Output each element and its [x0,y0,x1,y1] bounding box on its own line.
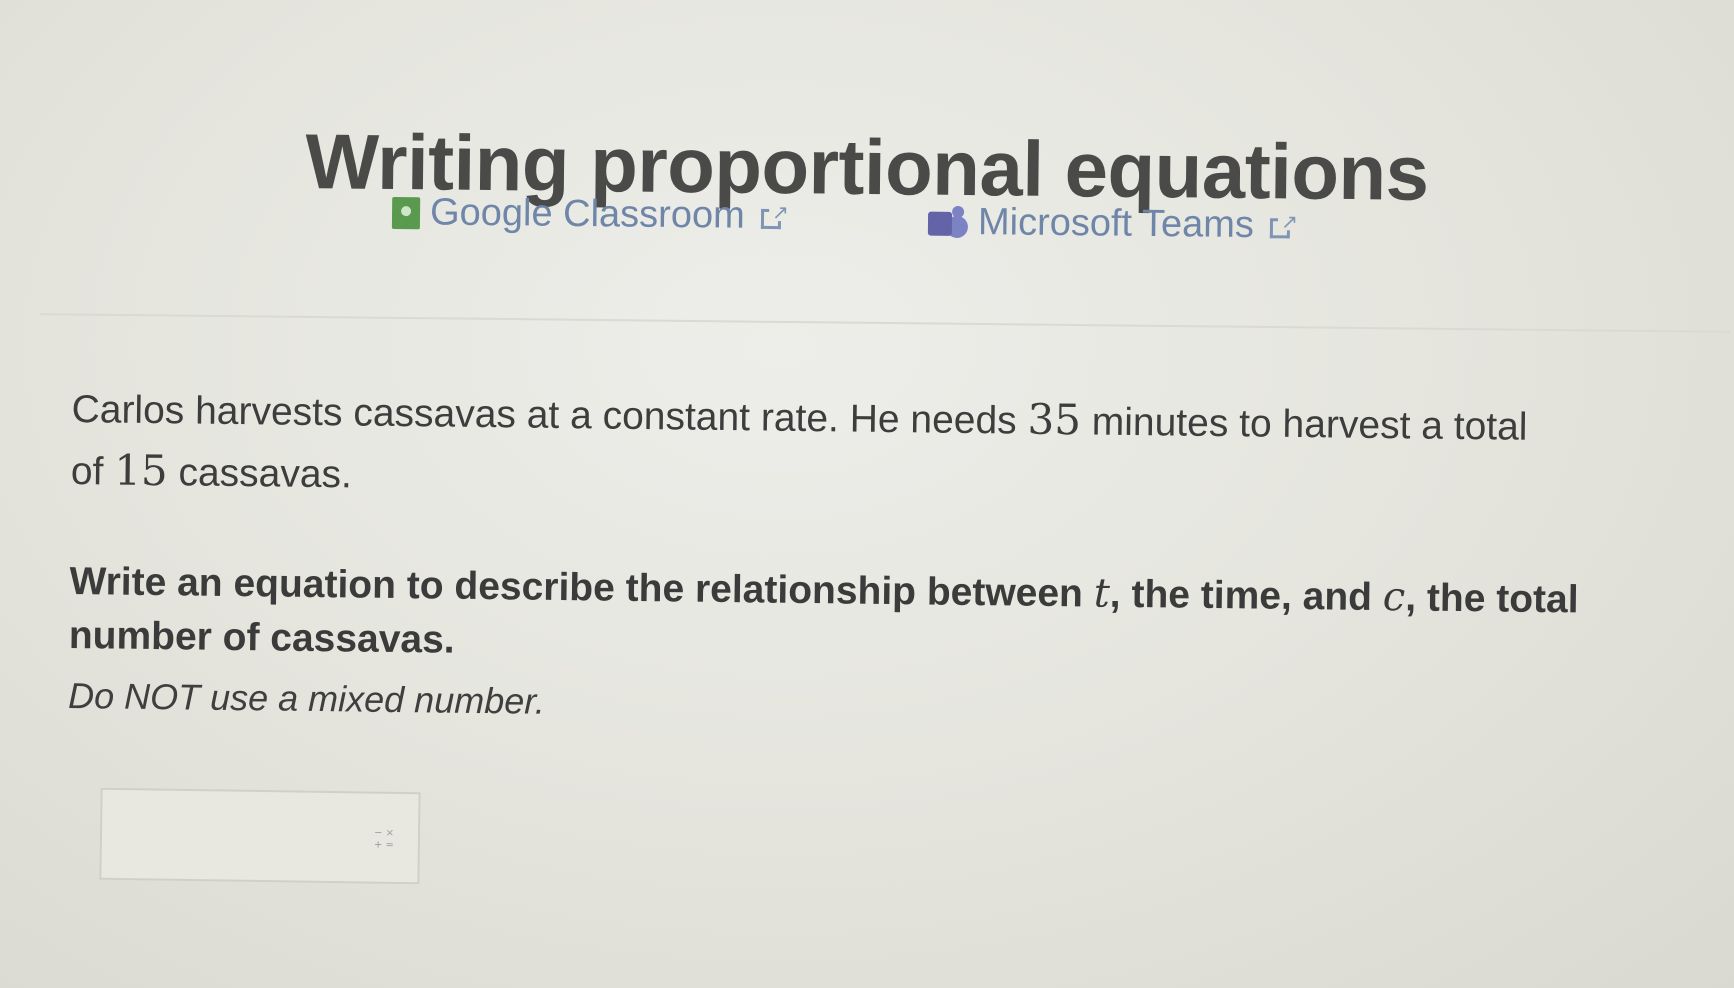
instruction-note: Do NOT use a mixed number. [67,674,546,722]
external-link-icon: ↗ [1269,211,1298,240]
math-keypad-icon[interactable]: − × + = [372,828,396,854]
question-prompt: Write an equation to describe the relati… [69,554,1630,682]
screen: Writing proportional equations Google Cl… [0,0,1734,988]
microsoft-teams-label: Microsoft Teams [977,201,1255,247]
question-text: , the time, and [1109,572,1384,620]
question-text: Write an equation to describe the relati… [69,559,1094,616]
section-divider [40,313,1730,333]
variable-t: t [1093,570,1111,617]
variable-c: c [1382,574,1406,621]
microsoft-teams-icon [927,205,972,239]
microsoft-teams-share-link[interactable]: Microsoft Teams ↗ [927,201,1298,248]
external-link-icon: ↗ [760,202,789,230]
google-classroom-icon [391,196,421,229]
google-classroom-share-link[interactable]: Google Classroom ↗ [391,191,789,238]
google-classroom-label: Google Classroom [429,191,745,237]
answer-input[interactable]: − × + = [99,787,421,885]
math-keypad-icon-top: − × [374,827,395,839]
problem-text: Carlos harvests cassavas at a constant r… [71,387,1028,443]
minutes-value: 35 [1027,394,1082,445]
math-keypad-icon-bottom: + = [373,839,394,851]
exercise-content: Carlos harvests cassavas at a constant r… [68,378,1672,737]
problem-statement: Carlos harvests cassavas at a constant r… [70,378,1551,520]
cassavas-value: 15 [113,445,169,496]
problem-text: cassavas. [167,451,353,497]
